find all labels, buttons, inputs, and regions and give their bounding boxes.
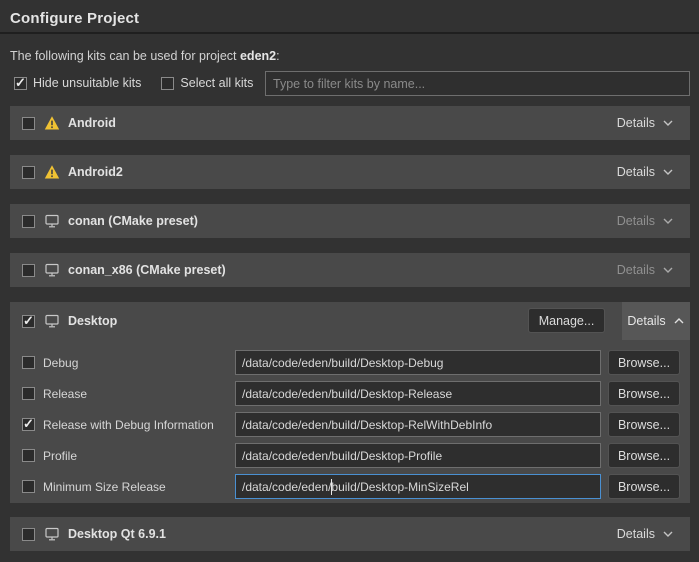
build-config-checkbox[interactable]: [22, 387, 35, 400]
browse-button[interactable]: Browse...: [608, 443, 680, 468]
browse-button[interactable]: Browse...: [608, 474, 680, 499]
build-config-row-minsizerel: Minimum Size Release /data/code/eden/bui…: [10, 474, 690, 499]
build-config-label: Release: [43, 387, 87, 401]
hide-unsuitable-label[interactable]: Hide unsuitable kits: [33, 76, 141, 90]
browse-button[interactable]: Browse...: [608, 381, 680, 406]
filter-bar: Hide unsuitable kits Select all kits: [14, 76, 267, 90]
chevron-down-icon: [662, 168, 674, 176]
build-config-label: Debug: [43, 356, 78, 370]
build-config-row-release: Release /data/code/eden/build/Desktop-Re…: [10, 381, 690, 406]
build-config-label: Profile: [43, 449, 77, 463]
kit-name: Android: [68, 116, 116, 130]
kit-checkbox[interactable]: [22, 166, 35, 179]
kit-row-conan[interactable]: conan (CMake preset) Details: [10, 204, 690, 238]
intro-text-before: The following kits can be used for proje…: [10, 49, 240, 63]
kit-name: conan (CMake preset): [68, 214, 198, 228]
chevron-up-icon: [673, 317, 685, 325]
kit-row-android[interactable]: Android Details: [10, 106, 690, 140]
desktop-icon: [44, 213, 60, 229]
manage-kits-button[interactable]: Manage...: [528, 308, 605, 333]
build-config-checkbox[interactable]: [22, 480, 35, 493]
kit-row-android2[interactable]: Android2 Details: [10, 155, 690, 189]
chevron-down-icon: [662, 530, 674, 538]
build-dir-input[interactable]: /data/code/eden/build/Desktop-Profile: [235, 443, 601, 468]
details-label: Details: [617, 527, 655, 541]
text-caret: [331, 479, 332, 495]
chevron-down-icon: [662, 217, 674, 225]
chevron-down-icon: [662, 119, 674, 127]
kit-panel-desktop: Desktop Manage... Details Debug /data/co…: [10, 302, 690, 503]
kit-checkbox[interactable]: [22, 117, 35, 130]
details-label: Details: [617, 263, 655, 277]
build-dir-input[interactable]: /data/code/eden/build/Desktop-Debug: [235, 350, 601, 375]
kit-name: Android2: [68, 165, 123, 179]
kit-checkbox[interactable]: [22, 315, 35, 328]
kit-name: Desktop: [68, 314, 117, 328]
browse-button[interactable]: Browse...: [608, 350, 680, 375]
build-config-checkbox[interactable]: [22, 356, 35, 369]
kit-row-conan-x86[interactable]: conan_x86 (CMake preset) Details: [10, 253, 690, 287]
build-config-row-debug: Debug /data/code/eden/build/Desktop-Debu…: [10, 350, 690, 375]
build-dir-path: /data/code/eden/build/Desktop-MinSizeRel: [242, 480, 469, 494]
kit-name: Desktop Qt 6.9.1: [68, 527, 166, 541]
kit-filter-input[interactable]: [265, 71, 690, 96]
details-label: Details: [617, 214, 655, 228]
build-dir-path: /data/code/eden/build/Desktop-Profile: [242, 449, 442, 463]
desktop-icon: [44, 313, 60, 329]
page-title: Configure Project: [10, 10, 139, 27]
details-button[interactable]: Details: [611, 253, 680, 287]
details-button[interactable]: Details: [611, 155, 680, 189]
intro-text-after: :: [276, 49, 279, 63]
intro-text: The following kits can be used for proje…: [10, 49, 280, 63]
details-button[interactable]: Details: [611, 204, 680, 238]
build-config-row-profile: Profile /data/code/eden/build/Desktop-Pr…: [10, 443, 690, 468]
warning-icon: [44, 164, 60, 180]
browse-button[interactable]: Browse...: [608, 412, 680, 437]
details-label: Details: [617, 116, 655, 130]
build-config-label: Minimum Size Release: [43, 480, 166, 494]
build-config-label: Release with Debug Information: [43, 418, 214, 432]
hide-unsuitable-checkbox[interactable]: [14, 77, 27, 90]
select-all-label[interactable]: Select all kits: [180, 76, 253, 90]
build-dir-path: /data/code/eden/build/Desktop-Debug: [242, 356, 443, 370]
details-button[interactable]: Details: [611, 517, 680, 551]
build-config-checkbox[interactable]: [22, 418, 35, 431]
build-config-row-relwithdebinfo: Release with Debug Information /data/cod…: [10, 412, 690, 437]
build-dir-path: /data/code/eden/build/Desktop-Release: [242, 387, 452, 401]
chevron-down-icon: [662, 266, 674, 274]
select-all-checkbox[interactable]: [161, 77, 174, 90]
details-label: Details: [617, 165, 655, 179]
details-button-expanded[interactable]: Details: [622, 302, 690, 340]
kit-checkbox[interactable]: [22, 528, 35, 541]
build-dir-input[interactable]: /data/code/eden/build/Desktop-RelWithDeb…: [235, 412, 601, 437]
kit-row-desktop-qt[interactable]: Desktop Qt 6.9.1 Details: [10, 517, 690, 551]
project-name: eden2: [240, 49, 276, 63]
warning-icon: [44, 115, 60, 131]
desktop-icon: [44, 262, 60, 278]
desktop-icon: [44, 526, 60, 542]
details-label: Details: [627, 314, 665, 328]
build-dir-input-focused[interactable]: /data/code/eden/build/Desktop-MinSizeRel: [235, 474, 601, 499]
kit-checkbox[interactable]: [22, 215, 35, 228]
build-config-checkbox[interactable]: [22, 449, 35, 462]
title-separator: [0, 32, 699, 34]
build-dir-input[interactable]: /data/code/eden/build/Desktop-Release: [235, 381, 601, 406]
details-button[interactable]: Details: [611, 106, 680, 140]
kit-name: conan_x86 (CMake preset): [68, 263, 226, 277]
kit-row-desktop[interactable]: Desktop Manage... Details: [10, 302, 690, 340]
kit-checkbox[interactable]: [22, 264, 35, 277]
build-dir-path: /data/code/eden/build/Desktop-RelWithDeb…: [242, 418, 492, 432]
configure-project-page: Configure Project The following kits can…: [0, 0, 699, 562]
